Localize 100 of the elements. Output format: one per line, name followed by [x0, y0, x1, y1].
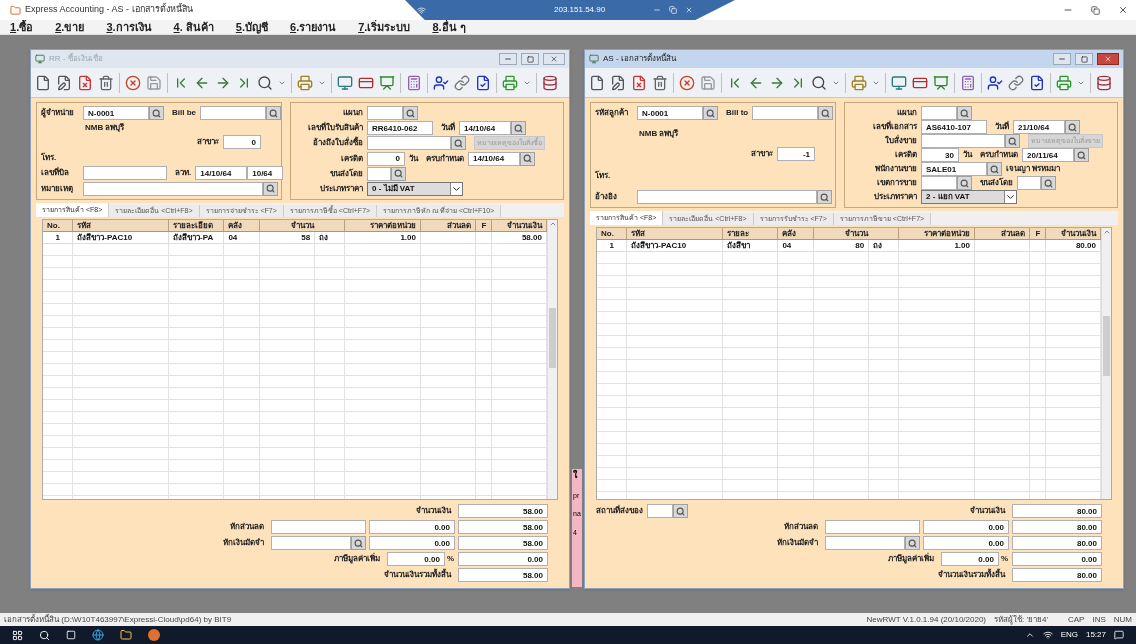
input-field[interactable]: -1 — [777, 147, 815, 161]
total-label: จำนวนเงิน — [970, 505, 1005, 517]
field-label: หมายเหตุ — [41, 182, 74, 195]
menu-item[interactable]: 8.อื่น ๆ — [432, 18, 466, 36]
amount-field[interactable]: 0.00 — [369, 536, 455, 550]
amount-field[interactable]: 58.00 — [458, 568, 548, 582]
amount-field[interactable]: 58.00 — [458, 504, 548, 518]
field-label: วันที่ — [995, 121, 1009, 133]
column-header: ราคาต่อหน่วย — [345, 220, 421, 231]
field-label: ครบกำหนด — [980, 149, 1018, 161]
input-field[interactable]: RR6410-062 — [367, 121, 433, 136]
amount-field[interactable]: 58.00 — [458, 536, 548, 550]
field-label: ขนส่งโดย — [980, 177, 1013, 189]
field-label: สาขา# — [750, 148, 773, 160]
window-title: AS - เอกสารตั้งหนี้สิน — [603, 53, 678, 65]
field-label: เลขที่ใบรับสินค้า — [307, 122, 364, 135]
column-header: รายละ — [723, 228, 779, 239]
table-cell: 04 — [778, 240, 814, 251]
amount-field[interactable]: 0.00 — [940, 552, 999, 566]
table-cell: 58 — [259, 232, 316, 243]
menu-item[interactable]: 3.การเงิน — [106, 18, 152, 36]
total-label: หักส่วนลด — [230, 521, 264, 533]
column-header: จำนวนเงิน — [491, 220, 547, 231]
field-label: Bill be — [172, 107, 196, 119]
menu-item[interactable]: 1.ซื้อ — [10, 18, 34, 36]
amount-field[interactable]: 0.00 — [923, 536, 1009, 550]
input-field[interactable]: 21/10/64 — [1013, 120, 1065, 134]
total-label: หักส่วนลด — [784, 521, 818, 533]
field-label: เครดิต — [340, 152, 364, 165]
app-title: Express Accounting - AS - เอกสารตั้งหนี้สิน — [25, 3, 193, 17]
table-cell: 80.00 — [1045, 240, 1101, 251]
amount-field[interactable]: 0.00 — [369, 520, 455, 534]
column-header: ส่วนลด — [420, 220, 477, 231]
amount-field[interactable]: 80.00 — [1012, 520, 1102, 534]
amount-field[interactable]: 80.00 — [1012, 568, 1102, 582]
menu-item[interactable]: 6.รายงาน — [290, 18, 337, 36]
field-label: ประเภทราคา — [873, 191, 918, 203]
field-label: ลวท. — [175, 167, 192, 180]
field-label: โทร. — [41, 151, 58, 164]
column-header: จำนวน — [813, 228, 900, 239]
window-text: ใ — [573, 469, 579, 482]
menu-item[interactable]: 7.เริ่มระบบ — [358, 18, 411, 36]
percent-sign: % — [1000, 553, 1008, 565]
clock[interactable]: 15:27 — [1085, 629, 1106, 641]
amount-field[interactable]: 0.00 — [458, 552, 548, 566]
field-label: พนักงานขาย — [874, 163, 918, 175]
field-label: เครดิต — [894, 149, 918, 161]
table-cell: ถง — [869, 240, 900, 251]
menu-item[interactable]: 2.ขาย — [55, 18, 85, 36]
field-label: สาขา# — [196, 136, 219, 149]
column-header: F — [476, 220, 492, 231]
input-field[interactable]: 0 — [367, 151, 405, 166]
table-cell: 80 — [813, 240, 870, 251]
field-label: อ้างถึงใบสั่งซื้อ — [312, 137, 364, 150]
price-type-select[interactable]: 0 - ไม่มี VAT — [367, 181, 463, 196]
language-indicator[interactable]: ENG — [1060, 629, 1078, 641]
input-field[interactable]: 30 — [921, 148, 959, 162]
field-label: รหัสลูกค้า — [595, 107, 629, 119]
amount-field[interactable]: 0.00 — [1012, 552, 1102, 566]
column-header: จำนวน — [259, 220, 346, 231]
field-label: เลขที่บิล — [41, 167, 70, 180]
column-header: F — [1030, 228, 1046, 239]
input-field[interactable]: 14/10/64 — [468, 151, 520, 166]
amount-field[interactable]: 0.00 — [923, 520, 1009, 534]
column-header: คลัง — [224, 220, 260, 231]
input-field[interactable]: 20/11/64 — [1022, 148, 1074, 162]
input-field[interactable]: SALE01 — [921, 162, 987, 176]
input-field[interactable]: N-0001 — [83, 106, 149, 120]
field-text: เจนญา พรหมมา — [1006, 163, 1061, 175]
column-header: จำนวนเงิน — [1045, 228, 1101, 239]
status-text: เอกสารตั้งหนี้สิน (D:\W10T463997\Expressi-Cloud\pd64) by BIT9 — [4, 613, 233, 626]
menu-item[interactable]: 4. สินค้า — [173, 18, 214, 36]
key-indicator: CAP — [1068, 613, 1085, 626]
amount-field[interactable]: 80.00 — [1012, 504, 1102, 518]
field-label: ครบกำหนด — [426, 152, 464, 165]
table-cell: 58.00 — [491, 232, 547, 243]
input-field[interactable]: 0 — [223, 135, 261, 150]
column-header: ส่วนลด — [974, 228, 1031, 239]
menu-item[interactable]: 5.บัญชี — [235, 18, 268, 36]
field-label: Bill to — [726, 107, 749, 119]
column-header: No. — [43, 220, 74, 231]
input-field[interactable]: 14/10/64 — [195, 166, 248, 181]
input-field[interactable]: 10/64 — [247, 166, 284, 181]
price-type-select[interactable]: 2 - แยก VAT — [921, 190, 1017, 204]
field-text: วัน — [409, 152, 418, 165]
amount-field[interactable]: 80.00 — [1012, 536, 1102, 550]
input-field[interactable]: 14/10/64 — [459, 121, 511, 136]
table-cell: ถังสีขา — [723, 240, 779, 251]
input-field[interactable]: AS6410-107 — [921, 120, 987, 134]
field-label: แผนก — [342, 107, 364, 119]
total-label: จำนวนเงิน — [416, 505, 451, 517]
amount-field[interactable]: 58.00 — [458, 520, 548, 534]
column-header: รหัส — [73, 220, 169, 231]
remote-address: 203.151.54.90 — [554, 4, 606, 16]
amount-field[interactable]: 0.00 — [386, 552, 445, 566]
input-field[interactable]: N-0001 — [637, 106, 703, 120]
field-label: ขนส่งโดย — [329, 167, 364, 180]
column-header: คลัง — [778, 228, 814, 239]
user-text: รหัสผู้ใช้: 'ยาย4' — [994, 613, 1048, 626]
table-cell: 1 — [43, 232, 74, 243]
